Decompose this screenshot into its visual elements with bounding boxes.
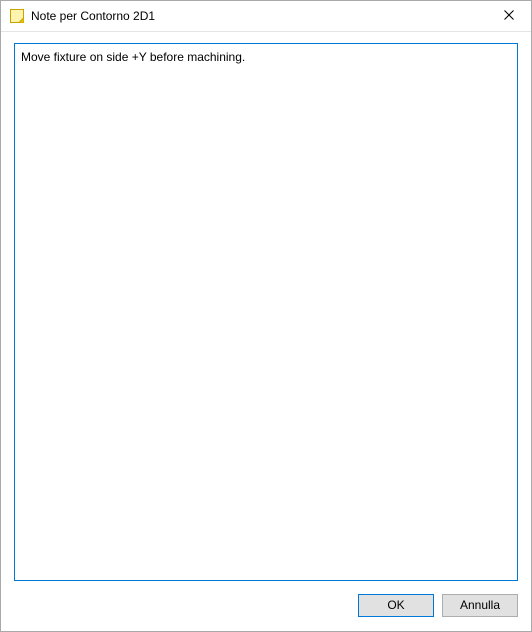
app-note-icon <box>9 8 25 24</box>
content-area <box>1 32 531 589</box>
close-icon <box>504 9 514 23</box>
window-title: Note per Contorno 2D1 <box>31 9 486 23</box>
ok-button[interactable]: OK <box>358 594 434 617</box>
close-button[interactable] <box>486 1 531 31</box>
note-textarea[interactable] <box>14 43 518 581</box>
dialog-window: Note per Contorno 2D1 OK Annulla <box>0 0 532 632</box>
cancel-button[interactable]: Annulla <box>442 594 518 617</box>
titlebar: Note per Contorno 2D1 <box>1 1 531 32</box>
button-row: OK Annulla <box>1 589 531 631</box>
